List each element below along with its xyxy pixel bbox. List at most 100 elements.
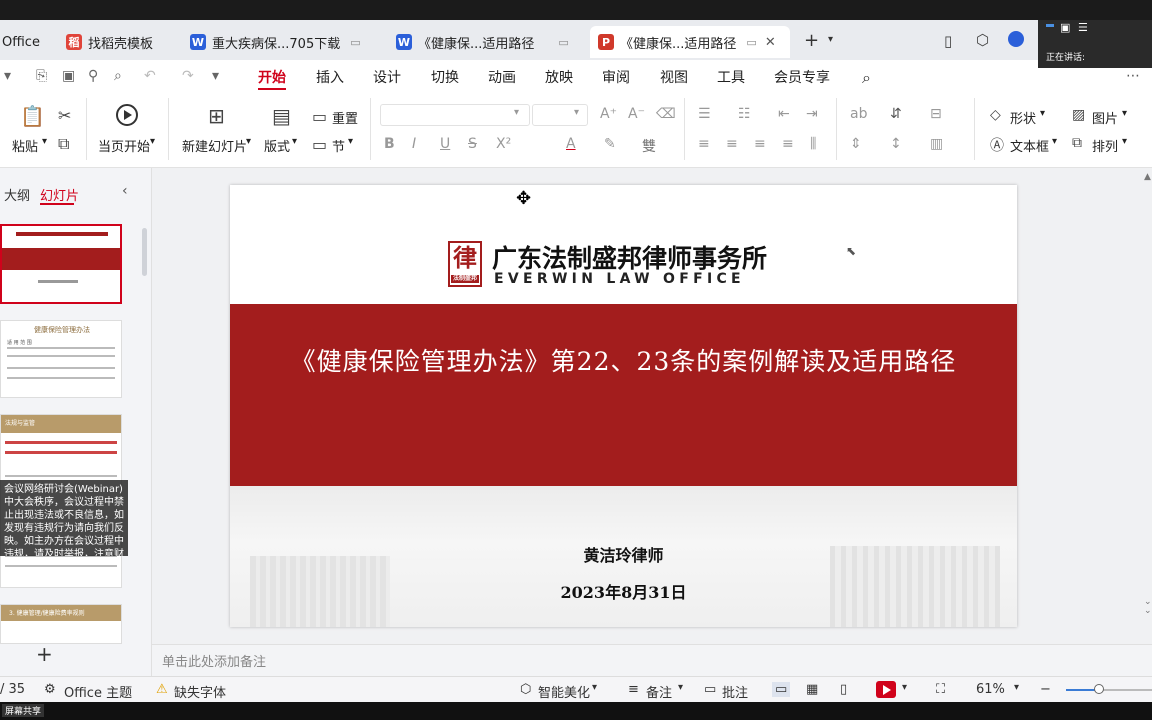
tab-outline[interactable]: 大纲 xyxy=(4,185,30,204)
menu-transitions[interactable]: 切换 xyxy=(431,67,459,87)
play-from-current-button[interactable]: 当页开始 xyxy=(98,136,150,155)
chevron-down-icon[interactable]: ▾ xyxy=(1122,136,1127,147)
increase-indent-icon[interactable]: ⇥ xyxy=(806,106,818,122)
notes-pane[interactable]: 单击此处添加备注 xyxy=(152,644,1152,676)
superscript-icon[interactable]: X² xyxy=(496,136,511,152)
slide-thumbnail-2[interactable]: 健康保险管理办法 适 用 范 围 xyxy=(0,320,122,398)
zoom-out-button[interactable]: − xyxy=(1040,682,1051,697)
columns-icon[interactable]: ▥ xyxy=(930,136,943,152)
section-button[interactable]: 节 xyxy=(332,136,345,155)
align-text-icon[interactable]: ⊟ xyxy=(930,106,942,122)
minimize-icon[interactable] xyxy=(1046,24,1054,27)
close-tab-icon[interactable]: ✕ xyxy=(765,35,776,50)
chevron-down-icon[interactable]: ▾ xyxy=(292,136,297,147)
clear-format-icon[interactable]: ⌫ xyxy=(656,106,676,122)
new-slide-button[interactable]: 新建幻灯片 xyxy=(182,136,247,155)
chevron-down-icon[interactable]: ▾ xyxy=(1014,682,1019,693)
zoom-slider-thumb[interactable] xyxy=(1094,684,1104,694)
smart-beautify-button[interactable]: 智能美化 xyxy=(538,682,590,701)
decrease-indent-icon[interactable]: ⇤ xyxy=(778,106,790,122)
missing-font-button[interactable]: 缺失字体 xyxy=(174,682,226,701)
save-icon[interactable]: ▣ xyxy=(62,68,75,84)
more-icon[interactable]: ⋯ xyxy=(1126,68,1140,84)
chevron-down-icon[interactable]: ▾ xyxy=(42,136,47,147)
add-slide-button[interactable]: + xyxy=(36,642,53,666)
reading-view-icon[interactable]: ▯ xyxy=(840,682,847,697)
menu-view[interactable]: 视图 xyxy=(660,67,688,87)
align-left-icon[interactable]: ≡ xyxy=(698,136,710,152)
new-slide-icon[interactable]: ⊞ xyxy=(208,104,225,128)
menu-member[interactable]: 会员专享 xyxy=(774,67,830,87)
menu-animations[interactable]: 动画 xyxy=(488,67,516,87)
scroll-up-icon[interactable]: ▲ xyxy=(1144,172,1151,182)
menu-icon[interactable]: ☰ xyxy=(1078,21,1088,34)
pane-scrollbar[interactable] xyxy=(142,228,147,276)
chevron-down-icon[interactable]: ▾ xyxy=(1040,108,1045,119)
cut-icon[interactable]: ✂ xyxy=(58,106,71,125)
chevron-down-icon[interactable]: ▾ xyxy=(828,34,833,45)
layout-button[interactable]: 版式 xyxy=(264,136,290,155)
avatar[interactable] xyxy=(1008,31,1024,47)
chevron-down-icon[interactable]: ▾ xyxy=(678,682,683,693)
highlight-icon[interactable]: ✎ xyxy=(604,136,616,152)
paragraph-spacing-icon[interactable]: ↕ xyxy=(890,136,902,152)
text-direction-icon[interactable]: ⇵ xyxy=(890,106,902,122)
menu-review[interactable]: 审阅 xyxy=(602,67,630,87)
comments-button[interactable]: 批注 xyxy=(722,682,748,701)
redo-icon[interactable]: ↷ xyxy=(182,68,194,84)
italic-icon[interactable]: I xyxy=(412,136,416,152)
zoom-slider-track[interactable] xyxy=(1066,689,1152,691)
numbering-icon[interactable]: ☷ xyxy=(738,106,751,122)
share-icon[interactable]: ⚲ xyxy=(88,68,98,84)
menu-slideshow[interactable]: 放映 xyxy=(545,67,573,87)
chevron-down-icon[interactable]: ▾ xyxy=(246,136,251,147)
arrange-button[interactable]: 排列 xyxy=(1092,136,1118,155)
slide-1[interactable]: 律 法制盛邦 广东法制盛邦律师事务所 EVERWIN LAW OFFICE 《健… xyxy=(230,185,1017,627)
align-center-icon[interactable]: ≡ xyxy=(726,136,738,152)
line-spacing-icon[interactable]: ⇕ xyxy=(850,136,862,152)
font-family-select[interactable] xyxy=(380,104,530,126)
chevron-down-icon[interactable]: ▾ xyxy=(592,682,597,693)
search-icon[interactable]: ⌕ xyxy=(862,68,871,88)
save-cloud-icon[interactable]: ⎘ xyxy=(36,68,47,84)
font-size-select[interactable] xyxy=(532,104,588,126)
copy-icon[interactable]: ⧉ xyxy=(58,134,69,154)
layout-icon[interactable]: ▤ xyxy=(272,104,291,128)
justify-icon[interactable]: ≡ xyxy=(782,136,794,152)
section-icon[interactable]: ▭ xyxy=(312,135,327,154)
collapse-pane-icon[interactable]: ‹ xyxy=(122,183,128,199)
phonetic-icon[interactable]: 雙 xyxy=(642,136,656,156)
bullets-icon[interactable]: ☰ xyxy=(698,106,711,122)
text-effect-icon[interactable]: ab xyxy=(850,106,867,122)
picture-icon[interactable]: ▨ xyxy=(1072,107,1085,123)
paste-icon[interactable]: 📋 xyxy=(20,104,45,128)
textbox-button[interactable]: 文本框 xyxy=(1010,136,1049,155)
theme-label[interactable]: Office 主题 xyxy=(64,682,132,701)
chevron-down-icon[interactable]: ▾ xyxy=(4,68,11,84)
tab-docer-templates[interactable]: 稻 找稻壳模板 xyxy=(58,26,176,58)
tab-slides[interactable]: 幻灯片 xyxy=(40,185,79,204)
undo-icon[interactable]: ↶ xyxy=(144,68,156,84)
cube-icon[interactable]: ⬡ xyxy=(976,31,989,49)
normal-view-icon[interactable]: ▭ xyxy=(772,682,791,697)
arrange-icon[interactable]: ⧉ xyxy=(1072,135,1082,151)
chevron-down-icon[interactable]: ▾ xyxy=(1052,136,1057,147)
menu-insert[interactable]: 插入 xyxy=(316,67,344,87)
next-page-icon[interactable]: ⌄ ⌄ xyxy=(1144,598,1152,616)
textbox-icon[interactable]: Ⓐ xyxy=(990,135,1004,155)
find-replace-icon[interactable]: ⌕ xyxy=(114,68,122,84)
align-right-icon[interactable]: ≡ xyxy=(754,136,766,152)
chevron-down-icon[interactable]: ▾ xyxy=(150,136,155,147)
underline-icon[interactable]: U xyxy=(440,136,450,152)
picture-button[interactable]: 图片 xyxy=(1092,108,1118,127)
reset-icon[interactable]: ▭ xyxy=(312,107,327,126)
chevron-down-icon[interactable]: ▾ xyxy=(1122,108,1127,119)
fit-window-icon[interactable]: ⛶ xyxy=(936,682,945,697)
menu-design[interactable]: 设计 xyxy=(373,67,401,87)
distribute-icon[interactable]: ⫼ xyxy=(810,136,816,152)
chevron-down-icon[interactable]: ▾ xyxy=(902,682,907,693)
new-tab-button[interactable]: + xyxy=(804,30,819,51)
chevron-down-icon[interactable]: ▾ xyxy=(348,136,353,147)
shape-icon[interactable]: ◇ xyxy=(990,107,1001,123)
decrease-font-icon[interactable]: A⁻ xyxy=(628,106,645,122)
